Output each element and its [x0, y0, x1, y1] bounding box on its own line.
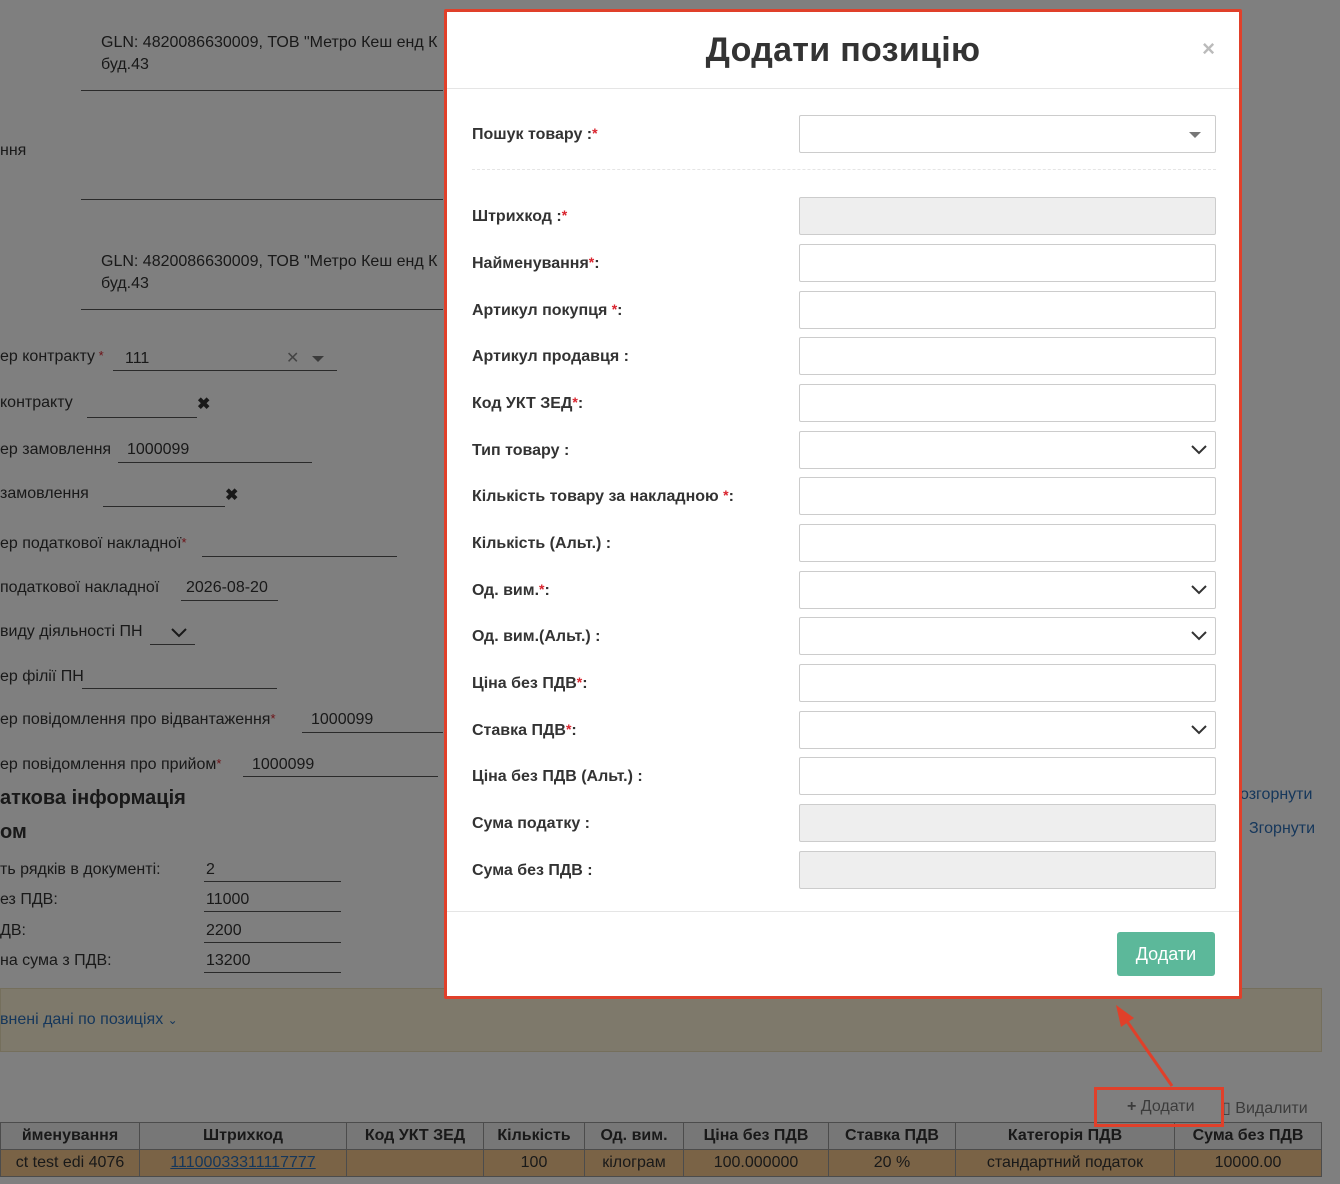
tax-sum-row: Сума податку :: [472, 804, 1216, 844]
price-no-vat-input[interactable]: [799, 664, 1216, 702]
unit-label: Од. вим.*:: [472, 581, 550, 599]
barcode-row: Штрихкод :*: [472, 197, 1216, 237]
uktzed-code-row: Код УКТ ЗЕД*:: [472, 384, 1216, 424]
buyer-article-label: Артикул покупця *:: [472, 301, 623, 319]
name-input[interactable]: [799, 244, 1216, 282]
barcode-input: [799, 197, 1216, 235]
quantity-alt-input[interactable]: [799, 524, 1216, 562]
seller-article-label: Артикул продавця :: [472, 348, 629, 365]
vat-rate-row: Ставка ПДВ*:: [472, 711, 1216, 751]
seller-article-input[interactable]: [799, 337, 1216, 375]
price-no-vat-row: Ціна без ПДВ*:: [472, 664, 1216, 704]
vat-rate-label: Ставка ПДВ*:: [472, 721, 577, 739]
product-search-row: Пошук товару :*: [472, 115, 1216, 155]
price-no-vat-label: Ціна без ПДВ*:: [472, 674, 588, 692]
unit-alt-row: Од. вим.(Альт.) :: [472, 617, 1216, 657]
quantity-row: Кількість товару за накладною *:: [472, 477, 1216, 517]
add-button[interactable]: Додати: [1117, 932, 1215, 976]
modal-title: Додати позицію: [705, 31, 981, 69]
unit-select[interactable]: [799, 571, 1216, 609]
product-type-select[interactable]: [799, 431, 1216, 469]
barcode-label: Штрихкод :*: [472, 207, 568, 225]
tax-sum-input: [799, 804, 1216, 842]
annotation-highlight-box: [1094, 1087, 1224, 1127]
chevron-down-icon: [1191, 631, 1207, 641]
chevron-down-icon: [1191, 445, 1207, 455]
uktzed-code-label: Код УКТ ЗЕД*:: [472, 394, 584, 412]
sum-no-vat-row: Сума без ПДВ :: [472, 851, 1216, 891]
add-position-modal: Додати позицію × Пошук товару :* Штрихко…: [444, 9, 1242, 999]
buyer-article-input[interactable]: [799, 291, 1216, 329]
modal-header: Додати позицію ×: [447, 12, 1239, 89]
quantity-alt-row: Кількість (Альт.) :: [472, 524, 1216, 564]
unit-row: Од. вим.*:: [472, 571, 1216, 611]
chevron-down-icon: [1191, 585, 1207, 595]
product-search-select[interactable]: [799, 115, 1216, 153]
unit-alt-select[interactable]: [799, 617, 1216, 655]
product-type-label: Тип товару :: [472, 442, 570, 459]
close-icon[interactable]: ×: [1202, 36, 1215, 62]
dropdown-caret-icon: [1189, 132, 1201, 138]
price-no-vat-alt-row: Ціна без ПДВ (Альт.) :: [472, 757, 1216, 797]
seller-article-row: Артикул продавця :: [472, 337, 1216, 377]
field-label: Пошук товару :*: [472, 125, 598, 143]
price-no-vat-alt-label: Ціна без ПДВ (Альт.) :: [472, 768, 643, 785]
uktzed-code-input[interactable]: [799, 384, 1216, 422]
sum-no-vat-label: Сума без ПДВ :: [472, 862, 593, 879]
vat-rate-select[interactable]: [799, 711, 1216, 749]
chevron-down-icon: [1191, 725, 1207, 735]
modal-footer: Додати: [447, 911, 1239, 996]
tax-sum-label: Сума податку :: [472, 815, 591, 832]
quantity-label: Кількість товару за накладною *:: [472, 487, 734, 505]
sum-no-vat-input: [799, 851, 1216, 889]
quantity-alt-label: Кількість (Альт.) :: [472, 535, 612, 552]
name-row: Найменування*:: [472, 244, 1216, 284]
quantity-input[interactable]: [799, 477, 1216, 515]
unit-alt-label: Од. вим.(Альт.) :: [472, 628, 601, 645]
product-type-row: Тип товару :: [472, 431, 1216, 471]
buyer-article-row: Артикул покупця *:: [472, 291, 1216, 331]
price-no-vat-alt-input[interactable]: [799, 757, 1216, 795]
name-label: Найменування*:: [472, 254, 600, 272]
